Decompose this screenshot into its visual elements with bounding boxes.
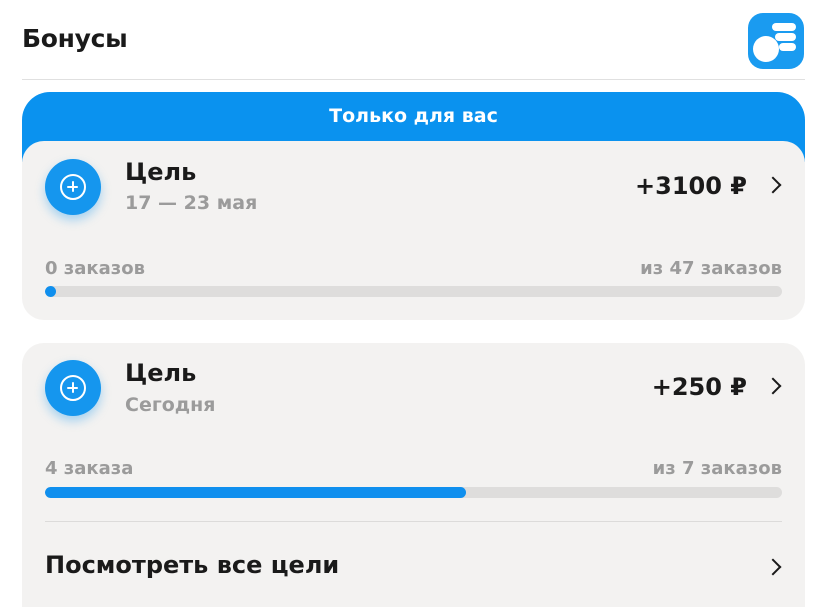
bonuses-screen: Бонусы Только для вас Цель 17 — 23 мая +… xyxy=(0,0,827,607)
goal-reward: +3100 ₽ xyxy=(635,172,747,200)
add-circle-icon xyxy=(45,360,101,416)
goal-dates: 17 — 23 мая xyxy=(125,192,258,214)
page-title: Бонусы xyxy=(22,24,128,53)
goal-card[interactable]: Цель 17 — 23 мая +3100 ₽ 0 заказов из 47… xyxy=(22,141,805,320)
progress-target: из 7 заказов xyxy=(652,458,782,479)
goal-title: Цель xyxy=(125,359,197,387)
chevron-right-icon xyxy=(767,376,781,396)
chevron-right-icon xyxy=(767,557,781,577)
goal-reward: +250 ₽ xyxy=(651,373,747,401)
goal-title: Цель xyxy=(125,158,197,186)
progress-fill xyxy=(45,286,56,297)
progress-bar xyxy=(45,487,782,498)
bonus-coins-icon[interactable] xyxy=(748,13,804,69)
goal-card[interactable]: Цель Сегодня +250 ₽ 4 заказа из 7 заказо… xyxy=(22,343,805,607)
progress-count: 0 заказов xyxy=(45,258,145,279)
progress-target: из 47 заказов xyxy=(640,258,782,279)
banner-label: Только для вас xyxy=(329,105,498,127)
progress-bar xyxy=(45,286,782,297)
header-divider xyxy=(22,79,805,80)
goal-dates: Сегодня xyxy=(125,394,216,416)
add-circle-icon xyxy=(45,159,101,215)
card-divider xyxy=(45,521,782,522)
progress-count: 4 заказа xyxy=(45,458,134,479)
progress-fill xyxy=(45,487,466,498)
header: Бонусы xyxy=(0,0,827,80)
view-all-goals-link[interactable]: Посмотреть все цели xyxy=(45,551,339,579)
chevron-right-icon xyxy=(767,175,781,195)
